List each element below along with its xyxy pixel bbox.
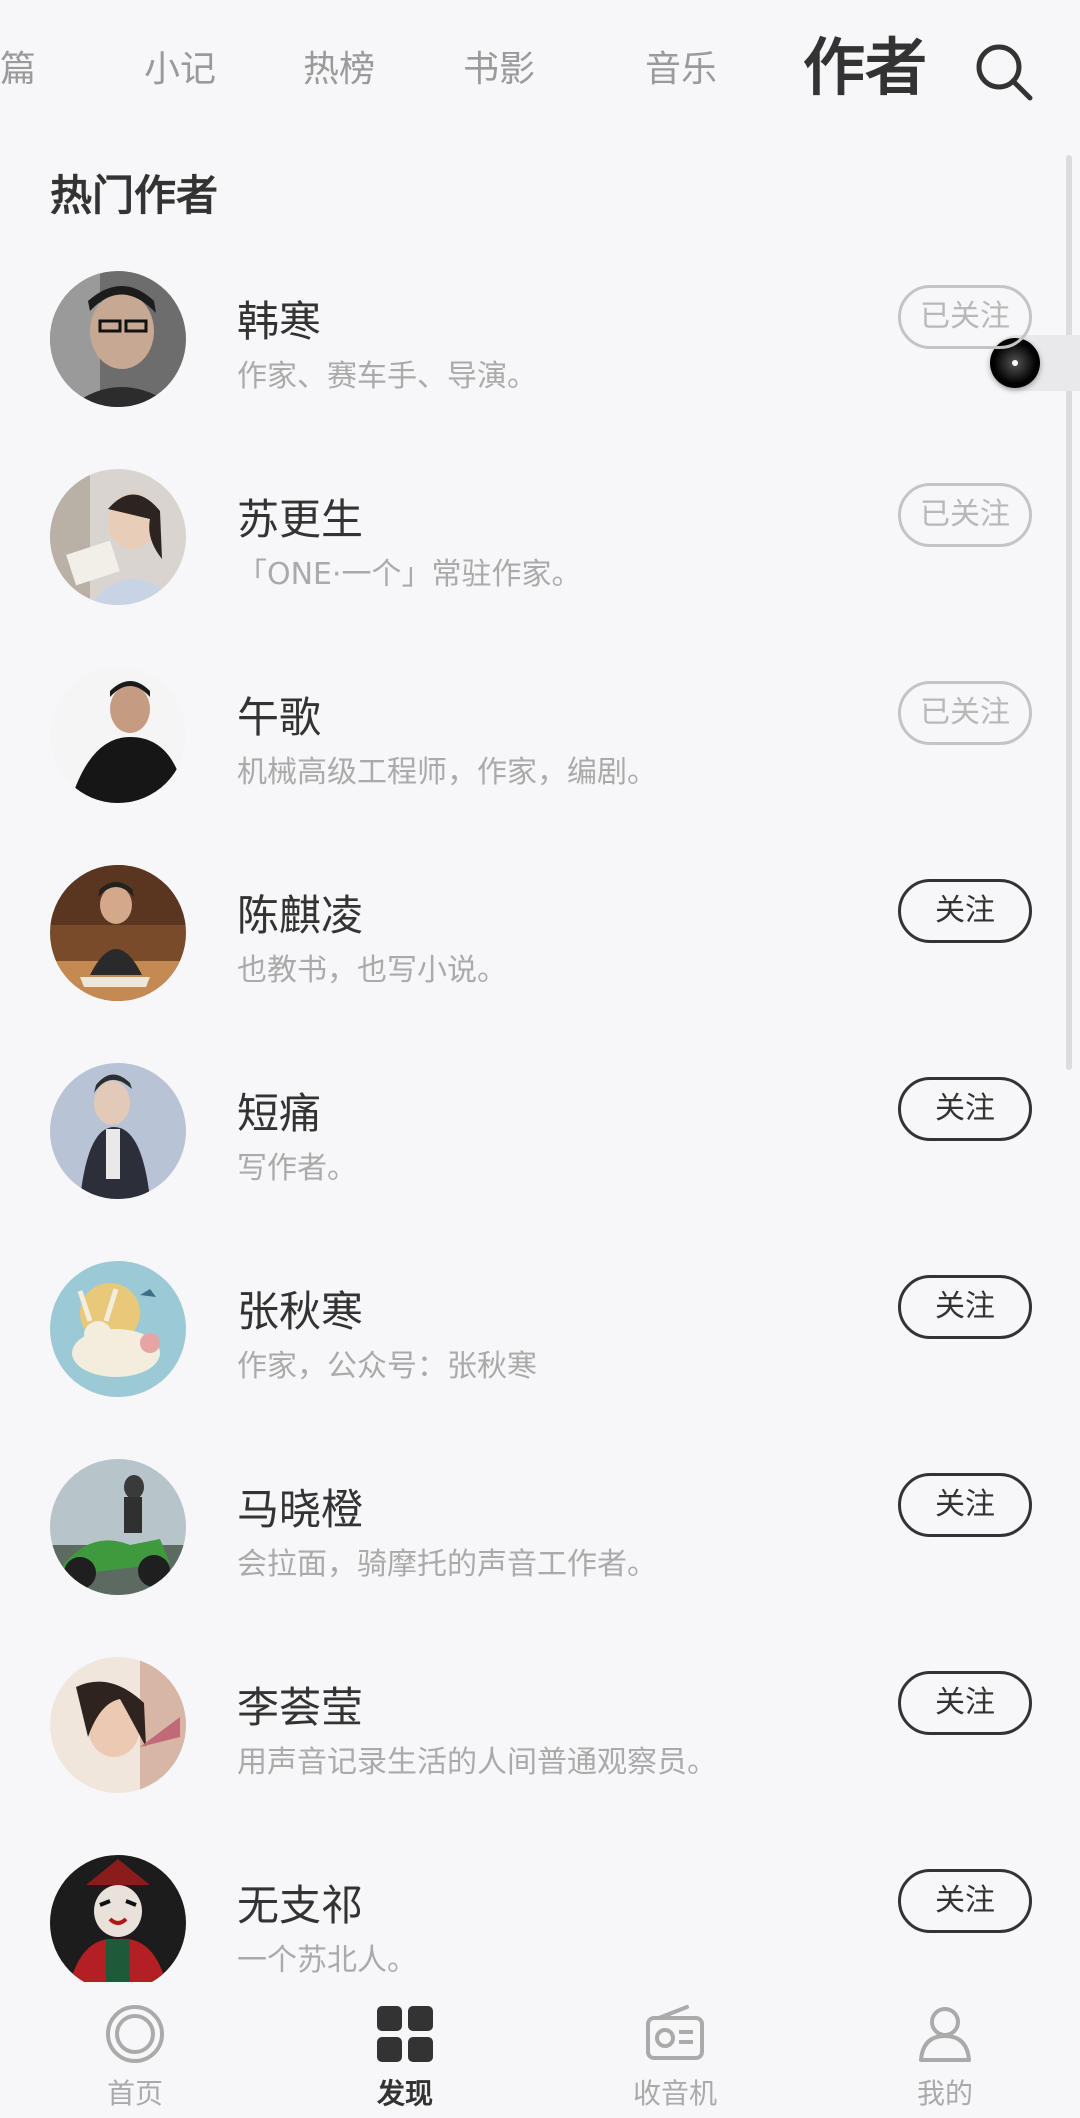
following-button[interactable]: 已关注	[898, 483, 1032, 547]
author-name: 陈麒凌	[237, 891, 364, 940]
search-button[interactable]	[972, 40, 1036, 104]
author-row[interactable]: 短痛 写作者。 关注	[0, 1057, 1080, 1255]
author-name: 午歌	[237, 693, 322, 742]
author-photo-icon	[50, 1459, 186, 1595]
author-description: 写作者。	[237, 1151, 357, 1186]
author-description: 会拉面，骑摩托的声音工作者。	[237, 1547, 657, 1582]
author-row[interactable]: 陈麒凌 也教书，也写小说。 关注	[0, 859, 1080, 1057]
author-avatar[interactable]	[50, 1855, 186, 1991]
author-avatar[interactable]	[50, 469, 186, 605]
author-row[interactable]: 苏更生 「ONE·一个」常驻作家。 已关注	[0, 463, 1080, 661]
nav-discover[interactable]: 发现	[270, 1982, 540, 2118]
author-photo-icon	[50, 1855, 186, 1991]
follow-button[interactable]: 关注	[898, 1275, 1032, 1339]
author-avatar[interactable]	[50, 1063, 186, 1199]
nav-radio[interactable]: 收音机	[540, 1982, 810, 2118]
author-description: 也教书，也写小说。	[237, 953, 507, 988]
nav-radio-label: 收音机	[632, 2077, 717, 2110]
home-ring-icon	[106, 2005, 164, 2063]
tab-hot-list[interactable]: 热榜	[303, 45, 375, 95]
author-description: 「ONE·一个」常驻作家。	[237, 557, 582, 592]
nav-home[interactable]: 首页	[0, 1982, 270, 2118]
author-photo-icon	[50, 1657, 186, 1793]
author-photo-icon	[50, 1063, 186, 1199]
following-button[interactable]: 已关注	[898, 681, 1032, 745]
author-description: 机械高级工程师，作家，编剧。	[237, 755, 657, 790]
author-name: 马晓橙	[237, 1485, 364, 1534]
author-photo-icon	[50, 865, 186, 1001]
author-name: 无支祁	[237, 1881, 364, 1930]
author-row[interactable]: 韩寒 作家、赛车手、导演。 已关注	[0, 265, 1080, 463]
nav-mine-label: 我的	[916, 2077, 973, 2110]
top-tab-bar: 长篇 小记 热榜 书影 音乐 作者	[0, 0, 1080, 140]
grid-icon	[377, 2006, 433, 2062]
author-description: 一个苏北人。	[237, 1943, 417, 1978]
nav-mine[interactable]: 我的	[810, 1982, 1080, 2118]
author-row[interactable]: 张秋寒 作家，公众号：张秋寒 关注	[0, 1255, 1080, 1453]
follow-button[interactable]: 关注	[898, 1671, 1032, 1735]
section-title: 热门作者	[50, 171, 219, 220]
follow-button[interactable]: 关注	[898, 1077, 1032, 1141]
search-icon	[976, 44, 1033, 101]
follow-button[interactable]: 关注	[898, 879, 1032, 943]
author-description: 作家、赛车手、导演。	[237, 359, 537, 394]
author-avatar[interactable]	[50, 865, 186, 1001]
author-row[interactable]: 李荟莹 用声音记录生活的人间普通观察员。 关注	[0, 1651, 1080, 1849]
author-avatar[interactable]	[50, 1657, 186, 1793]
author-avatar[interactable]	[50, 271, 186, 407]
person-icon	[919, 2007, 971, 2062]
follow-button[interactable]: 关注	[898, 1473, 1032, 1537]
bottom-navigation: 首页 发现 收音机 我的	[0, 1982, 1080, 2118]
author-name: 苏更生	[237, 495, 364, 544]
tab-music[interactable]: 音乐	[645, 45, 717, 95]
author-photo-icon	[50, 271, 186, 407]
author-name: 短痛	[237, 1089, 322, 1138]
tab-books-films[interactable]: 书影	[463, 45, 535, 95]
tab-notes[interactable]: 小记	[144, 45, 216, 95]
author-description: 作家，公众号：张秋寒	[237, 1349, 537, 1384]
author-photo-icon	[50, 1261, 186, 1397]
author-avatar[interactable]	[50, 1459, 186, 1595]
nav-discover-label: 发现	[376, 2077, 433, 2110]
author-list: 韩寒 作家、赛车手、导演。 已关注 苏更生 「ONE·一个」常驻作家。 已关注	[0, 265, 1080, 2047]
author-name: 李荟莹	[237, 1683, 364, 1732]
author-description: 用声音记录生活的人间普通观察员。	[237, 1745, 717, 1780]
author-row[interactable]: 马晓橙 会拉面，骑摩托的声音工作者。 关注	[0, 1453, 1080, 1651]
radio-icon	[646, 2005, 704, 2060]
following-button[interactable]: 已关注	[898, 285, 1032, 349]
tab-long-article[interactable]: 长篇	[0, 45, 36, 95]
author-name: 韩寒	[237, 297, 322, 346]
author-row[interactable]: 午歌 机械高级工程师，作家，编剧。 已关注	[0, 661, 1080, 859]
author-name: 张秋寒	[237, 1287, 364, 1336]
author-photo-icon	[50, 667, 186, 803]
follow-button[interactable]: 关注	[898, 1869, 1032, 1933]
nav-home-label: 首页	[106, 2077, 163, 2110]
author-photo-icon	[50, 469, 186, 605]
author-avatar[interactable]	[50, 667, 186, 803]
tab-authors[interactable]: 作者	[803, 30, 927, 106]
authors-page: 长篇 小记 热榜 书影 音乐 作者 热门作者	[0, 0, 1080, 2118]
author-avatar[interactable]	[50, 1261, 186, 1397]
